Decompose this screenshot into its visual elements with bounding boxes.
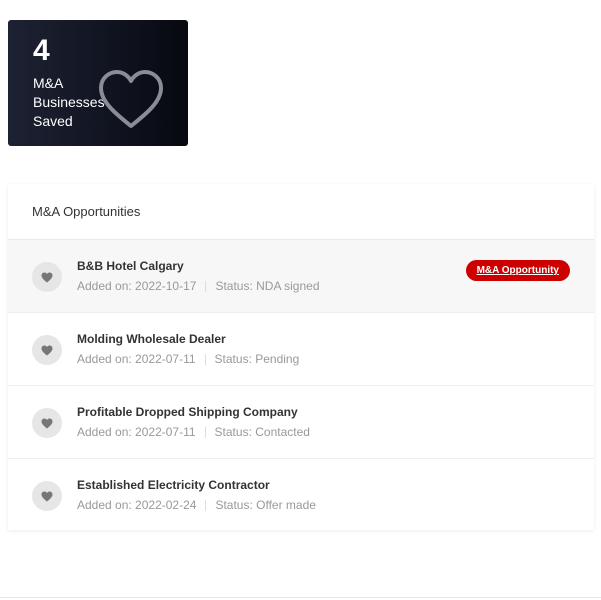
saved-count: 4: [33, 34, 50, 67]
ma-opportunity-link[interactable]: M&A Opportunity: [465, 260, 570, 281]
favorite-button[interactable]: [32, 262, 62, 292]
meta-divider: [204, 354, 206, 366]
item-status: Status: Pending: [214, 352, 300, 366]
item-title[interactable]: Established Electricity Contractor: [77, 478, 270, 492]
favorite-button[interactable]: [32, 408, 62, 438]
item-added-date: Added on: 2022-07-11: [77, 425, 196, 439]
item-status: Status: NDA signed: [215, 279, 320, 293]
item-title[interactable]: Profitable Dropped Shipping Company: [77, 405, 298, 419]
meta-divider: [205, 500, 207, 512]
heart-icon: [41, 272, 53, 282]
list-item[interactable]: B&B Hotel Calgary Added on: 2022-10-17 St…: [8, 240, 594, 313]
meta-divider: [205, 281, 207, 293]
favorite-button[interactable]: [32, 335, 62, 365]
item-status: Status: Contacted: [214, 425, 310, 439]
saved-businesses-card: 4 M&A Businesses Saved: [8, 20, 188, 146]
item-meta: Added on: 2022-10-17 Status: NDA signed: [77, 279, 320, 293]
heart-outline-icon: [99, 70, 163, 128]
heart-icon: [41, 491, 53, 501]
item-added-date: Added on: 2022-10-17: [77, 279, 197, 293]
opportunities-panel: M&A Opportunities B&B Hotel Calgary Adde…: [8, 184, 594, 530]
heart-icon: [41, 345, 53, 355]
list-item[interactable]: Profitable Dropped Shipping Company Adde…: [8, 386, 594, 459]
favorite-button[interactable]: [32, 481, 62, 511]
item-meta: Added on: 2022-07-11 Status: Pending: [77, 352, 299, 366]
panel-title: M&A Opportunities: [8, 184, 594, 240]
item-added-date: Added on: 2022-07-11: [77, 352, 196, 366]
item-status: Status: Offer made: [215, 498, 316, 512]
item-title[interactable]: B&B Hotel Calgary: [77, 259, 184, 273]
item-title[interactable]: Molding Wholesale Dealer: [77, 332, 226, 346]
list-item[interactable]: Established Electricity Contractor Added…: [8, 459, 594, 531]
meta-divider: [204, 427, 206, 439]
item-meta: Added on: 2022-07-11 Status: Contacted: [77, 425, 310, 439]
footer-divider: [0, 597, 601, 598]
item-added-date: Added on: 2022-02-24: [77, 498, 197, 512]
item-meta: Added on: 2022-02-24 Status: Offer made: [77, 498, 316, 512]
list-item[interactable]: Molding Wholesale Dealer Added on: 2022-…: [8, 313, 594, 386]
heart-icon: [41, 418, 53, 428]
